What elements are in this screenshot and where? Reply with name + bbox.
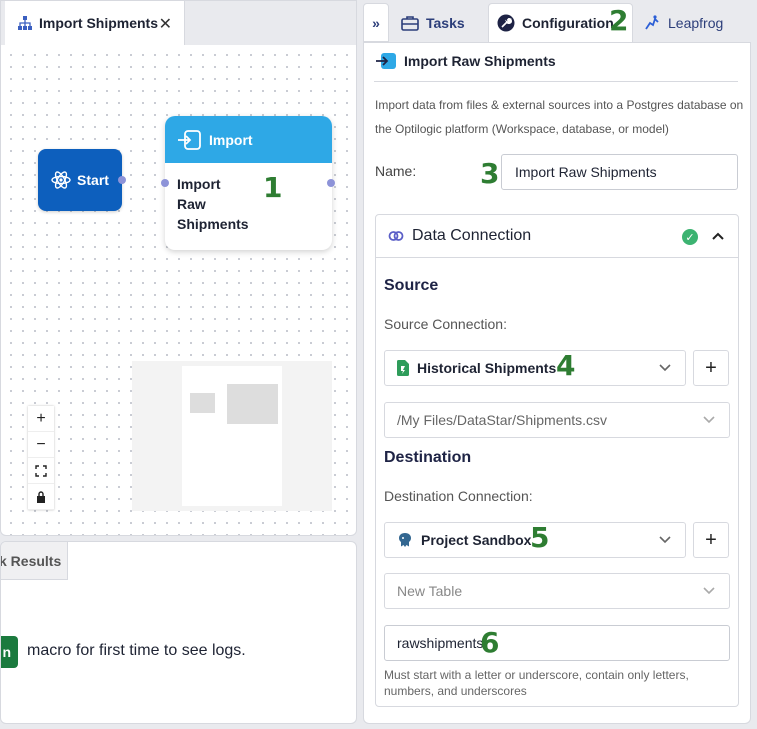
fit-view-button[interactable] <box>28 458 54 484</box>
import-icon <box>376 53 396 69</box>
source-file-value: /My Files/DataStar/Shipments.csv <box>397 412 608 428</box>
workflow-canvas-panel: Import Shipments ✕ Start Import Import R… <box>0 0 357 536</box>
link-icon <box>388 231 404 241</box>
divider <box>374 81 738 82</box>
import-node-body: Import Raw Shipments <box>177 176 249 232</box>
destination-table-select[interactable]: New Table <box>384 573 730 609</box>
chevron-up-icon[interactable] <box>712 227 724 243</box>
config-title: Import Raw Shipments <box>376 53 556 69</box>
callout-5: 5 <box>530 521 550 554</box>
add-source-connection-button[interactable]: + <box>693 350 729 386</box>
destination-heading: Destination <box>384 449 472 466</box>
minimap-node-start <box>190 393 215 413</box>
callout-3: 3 <box>480 157 500 190</box>
zoom-in-button[interactable]: + <box>28 406 54 432</box>
tab-tasks-label: Tasks <box>426 14 465 31</box>
sitemap-icon <box>18 16 32 30</box>
tab-tasks[interactable]: Tasks <box>391 3 487 42</box>
destination-connection-label: Destination Connection: <box>384 488 533 504</box>
table-name-value: rawshipments <box>397 635 484 651</box>
chevron-down-icon <box>659 361 671 375</box>
fit-view-icon <box>35 464 47 477</box>
add-destination-connection-button[interactable]: + <box>693 522 729 558</box>
expand-panel-button[interactable]: » <box>363 3 389 42</box>
import-output-port[interactable] <box>327 179 335 187</box>
right-tabstrip: » Tasks Configuration 2 Leapfrog <box>363 0 757 42</box>
data-connection-section: Data Connection ✓ Source Source Connecti… <box>375 214 739 707</box>
callout-4: 4 <box>556 349 576 382</box>
table-name-input[interactable]: rawshipments <box>384 625 730 661</box>
name-input[interactable] <box>501 154 738 190</box>
source-file-select[interactable]: /My Files/DataStar/Shipments.csv <box>384 402 730 438</box>
lock-button[interactable] <box>28 484 54 510</box>
configuration-panel: Import Raw Shipments Import data from fi… <box>363 42 751 724</box>
data-connection-label: Data Connection <box>412 227 532 244</box>
source-heading: Source <box>384 277 439 294</box>
atom-icon <box>51 171 71 189</box>
leapfrog-icon <box>645 14 659 29</box>
wrench-icon <box>497 14 515 32</box>
table-name-hint: Must start with a letter or underscore, … <box>384 668 689 698</box>
tab-import-shipments[interactable]: Import Shipments ✕ <box>5 1 185 45</box>
results-panel: k Results n macro for first time to see … <box>0 541 357 724</box>
canvas-tabstrip: Import Shipments ✕ <box>1 1 356 45</box>
chevron-down-icon <box>659 533 671 547</box>
start-node[interactable]: Start <box>38 149 122 211</box>
minimap[interactable] <box>132 361 332 511</box>
data-connection-header[interactable]: Data Connection ✓ <box>376 215 738 258</box>
zoom-out-button[interactable]: − <box>28 432 54 458</box>
source-connection-label: Source Connection: <box>384 316 507 332</box>
toolbox-icon <box>401 15 419 31</box>
config-description: Import data from files & external source… <box>375 98 744 136</box>
chevron-down-icon <box>703 413 715 427</box>
run-button[interactable]: n <box>1 636 18 668</box>
tab-import-shipments-label: Import Shipments <box>39 15 159 31</box>
callout-6: 6 <box>480 626 500 659</box>
minimap-node-import <box>227 384 278 424</box>
zoom-controls: + − <box>28 406 54 510</box>
name-label: Name: <box>375 163 417 179</box>
tab-results[interactable]: k Results <box>1 542 68 580</box>
file-icon <box>397 360 409 376</box>
postgres-icon <box>399 533 411 547</box>
tab-leapfrog[interactable]: Leapfrog <box>635 3 750 42</box>
import-node[interactable]: Import Import Raw Shipments <box>165 116 332 250</box>
run-message: macro for first time to see logs. <box>27 642 246 659</box>
destination-connection-value: Project Sandbox <box>421 532 532 548</box>
tab-configuration-label: Configuration <box>522 15 614 31</box>
close-icon[interactable]: ✕ <box>159 14 172 34</box>
destination-table-placeholder: New Table <box>397 583 463 599</box>
callout-2: 2 <box>609 4 629 37</box>
import-input-port[interactable] <box>161 179 169 187</box>
tab-leapfrog-label: Leapfrog <box>668 14 724 31</box>
check-circle-icon: ✓ <box>682 229 698 245</box>
lock-icon <box>37 490 45 503</box>
start-output-port[interactable] <box>118 176 126 184</box>
import-icon <box>178 129 201 150</box>
import-node-header: Import <box>165 116 332 163</box>
source-connection-select[interactable]: Historical Shipments <box>384 350 686 386</box>
config-title-label: Import Raw Shipments <box>404 53 556 69</box>
callout-1: 1 <box>263 171 283 204</box>
chevron-down-icon <box>703 584 715 598</box>
source-connection-value: Historical Shipments <box>417 360 557 376</box>
import-node-header-label: Import <box>209 131 253 148</box>
start-node-label: Start <box>77 172 109 188</box>
